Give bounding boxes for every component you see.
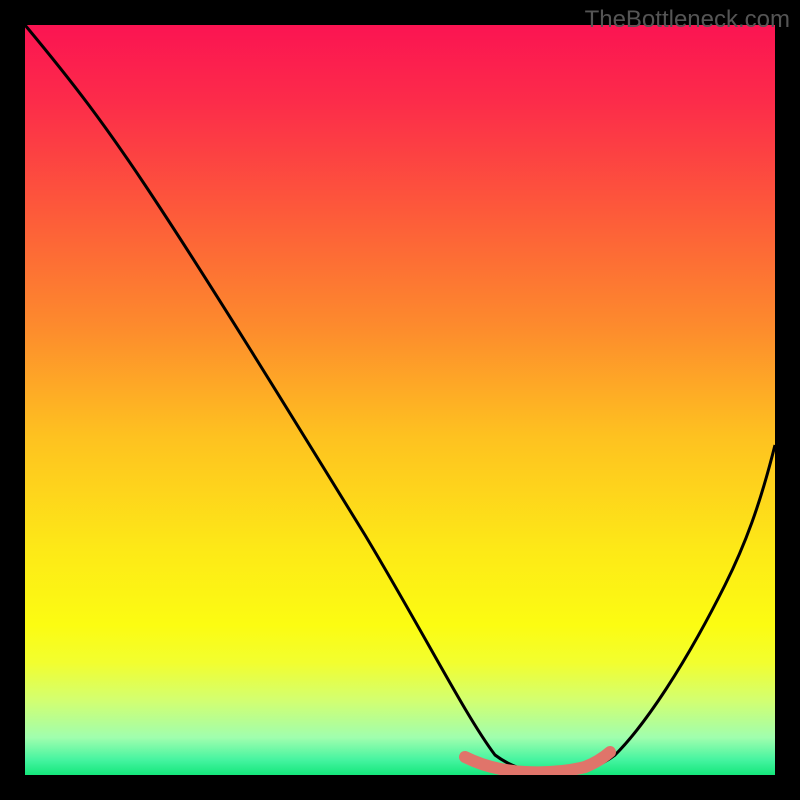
chart-svg (25, 25, 775, 775)
chart-plot-area (25, 25, 775, 775)
bottleneck-curve-line (25, 25, 775, 773)
watermark-text: TheBottleneck.com (585, 6, 790, 34)
optimal-band-line (465, 752, 610, 772)
